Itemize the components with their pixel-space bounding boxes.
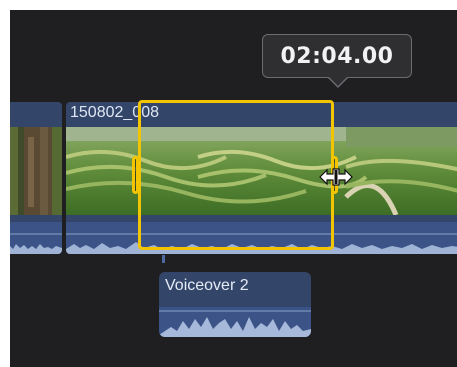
voiceover-waveform: [159, 307, 311, 337]
timecode-tail: [328, 76, 348, 86]
clip-left-waveform: [10, 222, 62, 254]
clip-left-thumbnail: [10, 127, 62, 215]
voiceover-clip-title: Voiceover 2: [165, 277, 249, 294]
resize-horizontal-icon: [319, 168, 353, 186]
selection-frame[interactable]: [138, 100, 334, 250]
left-trim-handle[interactable]: [132, 156, 139, 194]
timecode-tooltip: 02:04.00: [262, 34, 412, 78]
voiceover-clip[interactable]: Voiceover 2: [159, 272, 311, 337]
clip-left[interactable]: [10, 102, 62, 254]
connection-marker: [162, 255, 165, 263]
timeline-area: 02:04.00 150802_008 Voiceover 2: [10, 10, 457, 367]
clip-left-thumbnail-image: [10, 127, 62, 215]
